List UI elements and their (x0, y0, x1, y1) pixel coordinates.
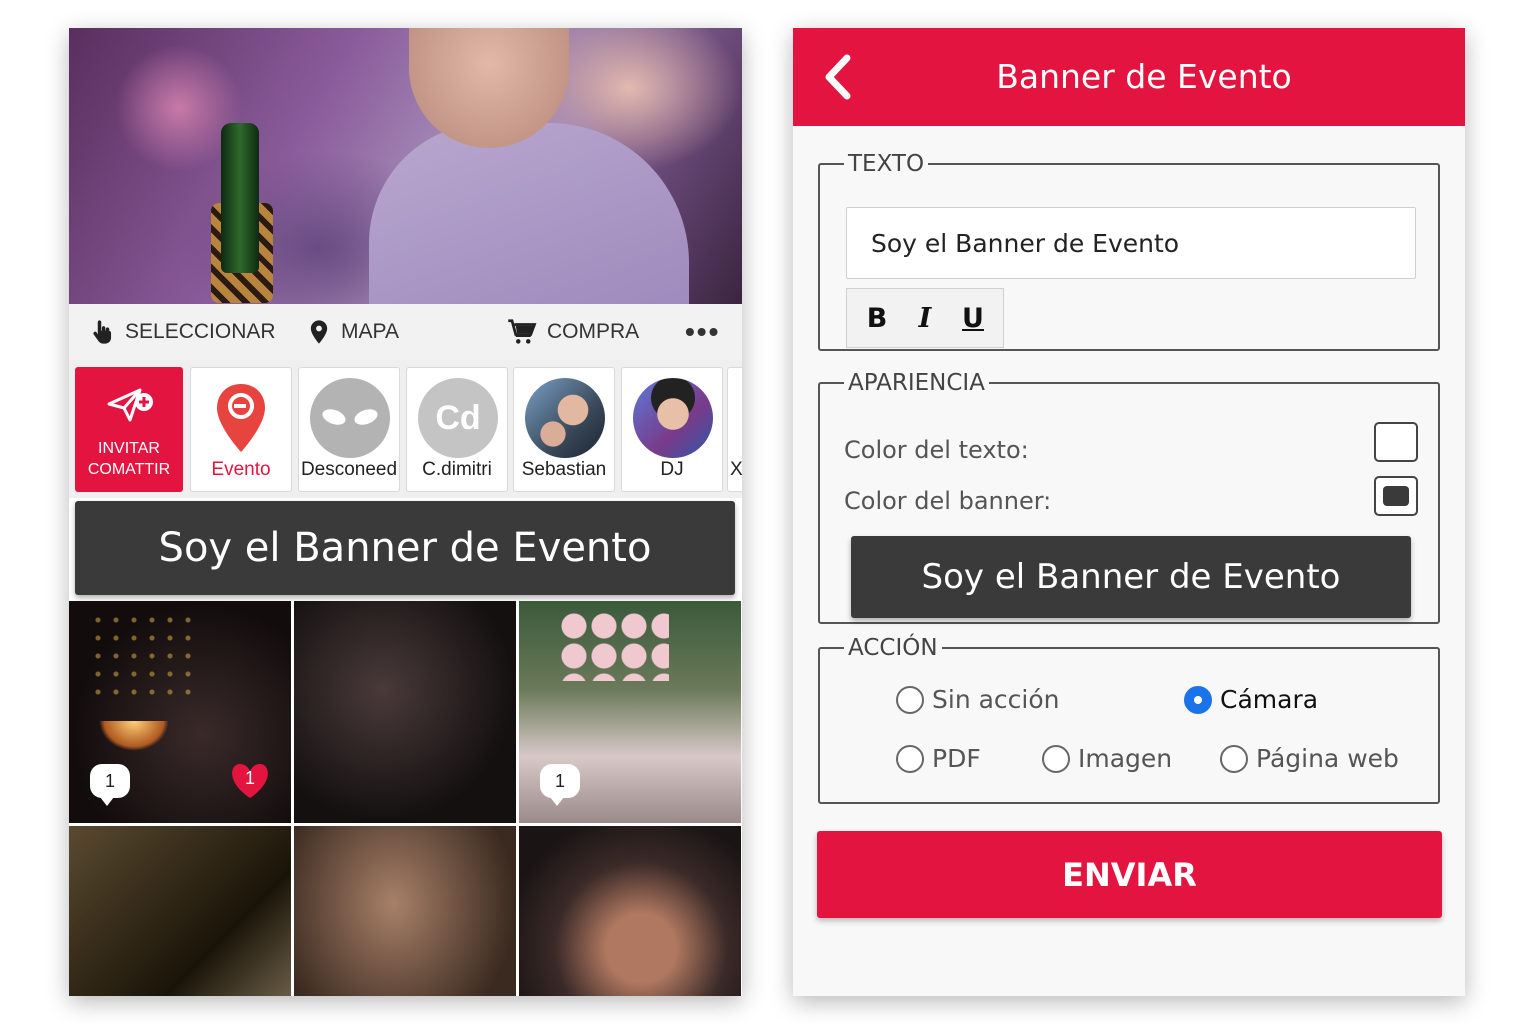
bold-button[interactable]: B (857, 303, 897, 334)
comment-count-badge: 1 (540, 764, 580, 806)
comment-count-badge: 1 (90, 764, 130, 806)
contact-event[interactable]: Evento (190, 367, 292, 492)
photo-tile[interactable] (294, 601, 516, 823)
map-label: MAPA (341, 320, 399, 343)
text-format-toolbar: B I U (846, 288, 1004, 348)
select-action[interactable]: SELECCIONAR (89, 304, 276, 360)
radio-no-action[interactable]: Sin acción (896, 685, 1060, 714)
photo-tile[interactable] (294, 826, 516, 996)
select-label: SELECCIONAR (125, 320, 276, 343)
buy-action[interactable]: COMPRA (505, 304, 639, 360)
photo-grid: 1 1 1 (69, 601, 742, 996)
radio-web-page[interactable]: Página web (1220, 744, 1399, 773)
action-group-legend: ACCIÓN (848, 635, 938, 661)
invite-share-card[interactable]: INVITAR COMATTIR (75, 367, 183, 492)
radio-circle-icon (1220, 744, 1248, 773)
event-pin-icon (217, 384, 265, 452)
radio-image[interactable]: Imagen (1042, 744, 1172, 773)
photo-tile[interactable] (69, 826, 291, 996)
event-cover-photo (69, 28, 742, 304)
text-group-legend: TEXTO (848, 151, 925, 177)
initials-avatar: Cd (418, 378, 498, 458)
event-banner[interactable]: Soy el Banner de Evento (75, 501, 735, 595)
more-dots-icon: ••• (685, 316, 721, 347)
contact-name: Desconeed (300, 459, 398, 480)
contact-partial[interactable]: X (727, 367, 742, 492)
avatar (633, 378, 713, 458)
banner-text-input[interactable] (846, 207, 1416, 279)
radio-circle-icon (1042, 744, 1070, 773)
photo-tile[interactable] (519, 826, 741, 996)
radio-label: PDF (932, 744, 981, 773)
radio-circle-icon (1184, 685, 1212, 714)
text-color-label: Color del texto: (844, 436, 1029, 464)
app-header: Banner de Evento (793, 28, 1465, 126)
photo-tile[interactable]: 1 1 (69, 601, 291, 823)
event-action-bar: SELECCIONAR MAPA COMPRA ••• (69, 304, 742, 360)
more-options-button[interactable]: ••• (685, 304, 720, 360)
contact-sebastian[interactable]: Sebastian (513, 367, 615, 492)
map-pin-icon (310, 320, 328, 344)
contacts-strip: INVITAR COMATTIR Evento Desconeed Cd C.d… (69, 360, 742, 498)
page-title: Banner de Evento (996, 57, 1292, 96)
banner-color-label: Color del banner: (844, 487, 1052, 515)
text-color-swatch[interactable] (1374, 422, 1418, 462)
radio-circle-icon (896, 744, 924, 773)
action-group: ACCIÓN Sin acción Cámara PDF Imagen Pági… (818, 635, 1440, 804)
radio-camera[interactable]: Cámara (1184, 685, 1318, 714)
contact-dj[interactable]: DJ (621, 367, 723, 492)
like-badge: 1 (228, 760, 272, 800)
map-action[interactable]: MAPA (305, 304, 399, 360)
invite-label: INVITAR COMATTIR (87, 440, 171, 478)
hand-pointer-icon (93, 320, 112, 344)
radio-circle-icon (896, 685, 924, 714)
contact-name: Evento (211, 459, 271, 480)
banner-color-swatch[interactable] (1374, 476, 1418, 516)
send-button[interactable]: ENVIAR (817, 831, 1442, 918)
unknown-avatar-icon (310, 378, 390, 458)
contact-name: C.dimitri (422, 459, 492, 480)
radio-label: Página web (1256, 744, 1399, 773)
radio-label: Imagen (1078, 744, 1173, 773)
underline-button[interactable]: U (953, 303, 993, 334)
contact-name: Sebastian (521, 459, 607, 480)
contact-unknown[interactable]: Desconeed (298, 367, 400, 492)
radio-pdf[interactable]: PDF (896, 744, 981, 773)
send-plus-icon (107, 388, 153, 422)
contact-name: DJ (660, 459, 684, 480)
radio-label: Cámara (1220, 685, 1319, 714)
contact-name: X (730, 459, 742, 480)
cart-icon (508, 319, 537, 344)
contact-cdimitri[interactable]: Cd C.dimitri (406, 367, 508, 492)
photo-tile[interactable]: 1 (519, 601, 741, 823)
banner-preview: Soy el Banner de Evento (851, 536, 1411, 618)
event-feed-screen: SELECCIONAR MAPA COMPRA ••• INVITAR COMA… (69, 28, 742, 996)
appearance-group: APARIENCIA Color del texto: Color del ba… (818, 370, 1440, 624)
avatar (525, 378, 605, 458)
buy-label: COMPRA (547, 320, 640, 343)
like-count: 1 (244, 768, 255, 788)
banner-editor-screen: Banner de Evento TEXTO B I U APARIENCIA … (793, 28, 1465, 996)
text-group: TEXTO B I U (818, 151, 1440, 351)
appearance-group-legend: APARIENCIA (848, 370, 985, 396)
italic-button[interactable]: I (905, 303, 945, 334)
radio-label: Sin acción (932, 685, 1060, 714)
